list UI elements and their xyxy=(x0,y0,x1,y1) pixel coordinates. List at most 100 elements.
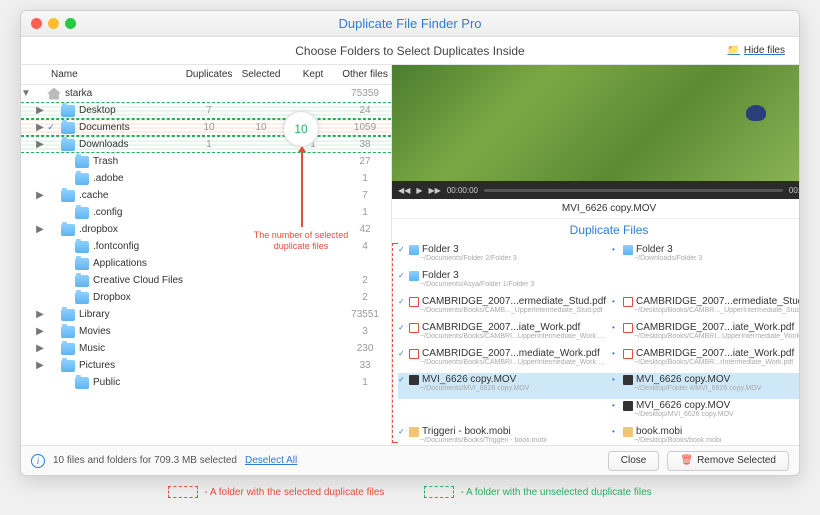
tree-row[interactable]: Creative Cloud Files2 xyxy=(21,272,391,289)
disclosure-triangle[interactable]: ▶ xyxy=(35,105,45,116)
remove-selected-button[interactable]: 🗑Remove Selected xyxy=(667,451,789,471)
tree-row[interactable]: .config1 xyxy=(21,204,391,221)
dup-checkbox[interactable]: • xyxy=(612,297,620,306)
tree-row[interactable]: ▼starka75359 xyxy=(21,85,391,102)
dup-checkbox[interactable]: • xyxy=(612,427,620,436)
dup-col[interactable]: •MVI_6626 copy.MOV~/Desktop/MVI_6626 cop… xyxy=(612,400,800,418)
pdf-icon xyxy=(409,323,419,333)
dup-row[interactable]: ✓Folder 3~/Documents/Asya/Folder 1/Folde… xyxy=(398,269,800,295)
disclosure-triangle[interactable]: ▶ xyxy=(35,343,45,354)
dup-row[interactable]: ✓CAMBRIDGE_2007...iate_Work.pdf~/Documen… xyxy=(398,321,800,347)
col-other[interactable]: Other files xyxy=(339,69,391,80)
close-button[interactable]: Close xyxy=(608,451,660,471)
dup-col[interactable]: •CAMBRIDGE_2007...ermediate_Stud.pdf~/De… xyxy=(612,296,800,314)
next-button[interactable]: ▶▶ xyxy=(429,186,441,195)
dup-row[interactable]: ✓MVI_6626 copy.MOV~/Documents/MVI_6626 c… xyxy=(398,373,800,399)
tree-row[interactable]: ▶.cache7 xyxy=(21,187,391,204)
dup-row[interactable]: ✓ CAMBRIDGE_2007...mediate_Work.pdf~/Docu… xyxy=(398,347,800,373)
legend: - A folder with the selected duplicate f… xyxy=(168,486,651,498)
dup-filename: MVI_6626 copy.MOV xyxy=(636,400,730,411)
disclosure-triangle[interactable]: ▶ xyxy=(35,326,45,337)
tree-row[interactable]: ▶Movies3 xyxy=(21,323,391,340)
row-name: Creative Cloud Files xyxy=(93,275,183,286)
detail-panel: ◀◀ ▶ ▶▶ 00:00:00 00:00:00 MVI_6626 copy.… xyxy=(392,65,800,445)
dup-col[interactable]: ✓Folder 3~/Documents/Folder 2/Folder 3 xyxy=(398,244,606,262)
row-other: 1 xyxy=(339,207,391,218)
tree-row[interactable]: ▶Desktop724 xyxy=(21,102,391,119)
dup-col[interactable]: ✓CAMBRIDGE_2007...ermediate_Stud.pdf~/Do… xyxy=(398,296,606,314)
dup-checkbox[interactable]: ✓ xyxy=(398,245,406,254)
hide-files-link[interactable]: 📁 Hide files xyxy=(727,45,785,56)
col-kept[interactable]: Kept xyxy=(287,69,339,80)
disclosure-triangle[interactable]: ▶ xyxy=(35,190,45,201)
col-selected[interactable]: Selected xyxy=(235,69,287,80)
tree-row[interactable]: ▶Library73551 xyxy=(21,306,391,323)
row-name: Documents xyxy=(79,122,183,133)
tree-row[interactable]: .adobe1 xyxy=(21,170,391,187)
dup-col[interactable]: •CAMBRIDGE_2007...iate_Work.pdf~/Desktop… xyxy=(612,348,800,366)
dup-checkbox[interactable]: ✓ xyxy=(398,375,406,384)
progress-bar[interactable] xyxy=(484,189,783,192)
dup-checkbox[interactable]: ✓ xyxy=(398,271,406,280)
dup-checkbox[interactable]: • xyxy=(612,323,620,332)
row-other: 1 xyxy=(339,377,391,388)
dup-col[interactable]: •CAMBRIDGE_2007...iate_Work.pdf~/Desktop… xyxy=(612,322,800,340)
duplicate-list[interactable]: ✓Folder 3~/Documents/Folder 2/Folder 3 •F… xyxy=(392,241,800,445)
tree-row[interactable]: ▶Pictures33 xyxy=(21,357,391,374)
folder-icon xyxy=(61,343,75,355)
disclosure-triangle[interactable]: ▶ xyxy=(35,122,45,133)
dup-checkbox[interactable]: ✓ xyxy=(398,297,406,306)
dup-filename: MVI_6626 copy.MOV xyxy=(422,374,516,385)
dup-col[interactable]: ✓CAMBRIDGE_2007...iate_Work.pdf~/Documen… xyxy=(398,322,606,340)
tree-row[interactable]: ▶Music230 xyxy=(21,340,391,357)
dup-checkbox[interactable]: ✓ xyxy=(398,427,406,436)
legend-sel-text: - A folder with the selected duplicate f… xyxy=(204,487,384,498)
tree-row[interactable]: ▶Downloads1138 xyxy=(21,136,391,153)
dup-col[interactable]: •Folder 3~/Downloads/Folder 3 xyxy=(612,244,800,262)
tree-row[interactable]: Applications xyxy=(21,255,391,272)
hide-files-label: Hide files xyxy=(744,45,785,56)
dup-checkbox[interactable]: • xyxy=(612,375,620,384)
tree-row[interactable]: Public1 xyxy=(21,374,391,391)
dup-col[interactable]: ✓Folder 3~/Documents/Asya/Folder 1/Folde… xyxy=(398,270,606,288)
dup-row[interactable]: •MVI_6626 copy.MOV~/Desktop/MVI_6626 cop… xyxy=(398,399,800,425)
dup-path: ~/Documents/Asya/Folder 1/Folder 3 xyxy=(398,281,606,288)
dup-row[interactable]: ✓Triggeri - book.mobi~/Documents/Books/T… xyxy=(398,425,800,445)
tree-row[interactable]: ▶Documents101001059 xyxy=(21,119,391,136)
disclosure-triangle[interactable]: ▶ xyxy=(35,139,45,150)
tree-row[interactable]: Trash27 xyxy=(21,153,391,170)
play-button[interactable]: ▶ xyxy=(416,186,422,195)
disclosure-triangle[interactable]: ▼ xyxy=(21,88,31,99)
dup-row[interactable]: ✓Folder 3~/Documents/Folder 2/Folder 3 •F… xyxy=(398,243,800,269)
dup-row[interactable]: ✓CAMBRIDGE_2007...ermediate_Stud.pdf~/Do… xyxy=(398,295,800,321)
content-area: Name Duplicates Selected Kept Other file… xyxy=(21,65,799,445)
row-other: 2 xyxy=(339,292,391,303)
tree-body[interactable]: ▼starka75359▶Desktop724▶Documents1010010… xyxy=(21,85,391,445)
dup-path: ~/Documents/Books/CAMBRI...UpperIntermed… xyxy=(398,359,606,366)
dup-filename: CAMBRIDGE_2007...mediate_Work.pdf xyxy=(422,348,600,359)
col-duplicates[interactable]: Duplicates xyxy=(183,69,235,80)
dup-col[interactable]: •book.mobi~/Desktop/Books/book.mobi xyxy=(612,426,800,444)
dup-col[interactable]: •MVI_6626 copy.MOV~/Desktop/Folder 4/MVI… xyxy=(612,374,800,392)
folder-icon xyxy=(409,245,419,255)
dup-col[interactable]: ✓Triggeri - book.mobi~/Documents/Books/T… xyxy=(398,426,606,444)
dup-checkbox[interactable]: • xyxy=(612,349,620,358)
dup-checkbox[interactable]: • xyxy=(612,401,620,410)
disclosure-triangle[interactable]: ▶ xyxy=(35,360,45,371)
dup-checkbox[interactable]: ✓ xyxy=(398,349,406,358)
dup-checkbox[interactable]: ✓ xyxy=(398,323,406,332)
disclosure-triangle[interactable]: ▶ xyxy=(35,309,45,320)
prev-button[interactable]: ◀◀ xyxy=(398,186,410,195)
tree-row[interactable]: Dropbox2 xyxy=(21,289,391,306)
window-title: Duplicate File Finder Pro xyxy=(21,16,799,31)
disclosure-triangle[interactable]: ▶ xyxy=(35,224,45,235)
folder-icon xyxy=(61,326,75,338)
row-name: starka xyxy=(65,88,183,99)
row-checkbox[interactable] xyxy=(45,122,57,133)
dup-col[interactable]: ✓MVI_6626 copy.MOV~/Documents/MVI_6626 c… xyxy=(398,374,606,392)
col-name[interactable]: Name xyxy=(21,69,183,80)
dup-col[interactable]: ✓ CAMBRIDGE_2007...mediate_Work.pdf~/Docu… xyxy=(398,348,606,366)
dup-checkbox[interactable]: • xyxy=(612,245,620,254)
folder-icon xyxy=(75,207,89,219)
deselect-all-link[interactable]: Deselect All xyxy=(245,455,297,466)
